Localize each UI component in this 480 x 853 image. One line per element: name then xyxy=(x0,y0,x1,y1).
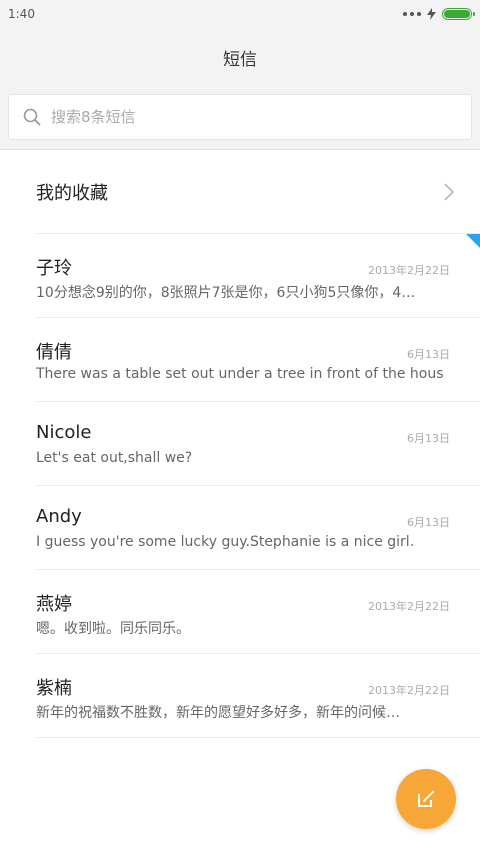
favorites-label: 我的收藏 xyxy=(36,182,108,204)
charging-bolt-icon xyxy=(427,8,436,20)
compose-icon xyxy=(418,790,435,807)
message-preview: 嗯。收到啦。同乐同乐。 xyxy=(36,621,190,637)
contact-name: Andy xyxy=(36,506,82,527)
conversation-row[interactable]: 燕婷 2013年2月22日 嗯。收到啦。同乐同乐。 xyxy=(36,570,480,654)
search-box[interactable] xyxy=(8,94,472,140)
app-header: 短信 xyxy=(0,28,480,86)
conversation-row[interactable]: 倩倩 6月13日 There was a table set out under… xyxy=(36,318,480,402)
message-preview: 新年的祝福数不胜数，新年的愿望好多好多，新年的问候… xyxy=(36,705,400,721)
search-area xyxy=(0,86,480,150)
status-icons xyxy=(403,8,475,20)
message-preview: I guess you're some lucky guy.Stephanie … xyxy=(36,534,415,550)
status-time: 1:40 xyxy=(8,7,35,21)
contact-name: 紫楠 xyxy=(36,678,72,699)
favorites-row[interactable]: 我的收藏 xyxy=(36,150,480,234)
contact-name: 子玲 xyxy=(36,258,72,279)
message-preview: 10分想念9别的你，8张照片7张是你，6只小狗5只像你，4… xyxy=(36,285,416,301)
message-date: 2013年2月22日 xyxy=(368,684,450,697)
conversation-row[interactable]: Nicole 6月13日 Let's eat out,shall we? xyxy=(36,402,480,486)
search-icon xyxy=(23,108,41,126)
more-notifications-icon xyxy=(403,12,421,16)
search-input[interactable] xyxy=(51,108,431,126)
message-preview: There was a table set out under a tree i… xyxy=(36,366,444,382)
contact-name: 倩倩 xyxy=(36,342,72,363)
conversation-row[interactable]: 子玲 2013年2月22日 10分想念9别的你，8张照片7张是你，6只小狗5只像… xyxy=(36,234,480,318)
message-date: 2013年2月22日 xyxy=(368,600,450,613)
contact-name: 燕婷 xyxy=(36,594,72,615)
conversation-row[interactable]: Andy 6月13日 I guess you're some lucky guy… xyxy=(36,486,480,570)
chevron-right-icon xyxy=(444,182,454,201)
conversation-row[interactable]: 紫楠 2013年2月22日 新年的祝福数不胜数，新年的愿望好多好多，新年的问候… xyxy=(36,654,480,738)
message-date: 6月13日 xyxy=(407,432,450,445)
message-preview: Let's eat out,shall we? xyxy=(36,450,193,466)
page-title: 短信 xyxy=(223,49,257,70)
battery-icon xyxy=(442,8,475,20)
compose-button[interactable] xyxy=(396,769,456,829)
message-date: 6月13日 xyxy=(407,516,450,529)
message-date: 2013年2月22日 xyxy=(368,264,450,277)
message-date: 6月13日 xyxy=(407,348,450,361)
conversation-list: 子玲 2013年2月22日 10分想念9别的你，8张照片7张是你，6只小狗5只像… xyxy=(0,234,480,738)
status-bar: 1:40 xyxy=(0,0,480,28)
contact-name: Nicole xyxy=(36,422,92,443)
